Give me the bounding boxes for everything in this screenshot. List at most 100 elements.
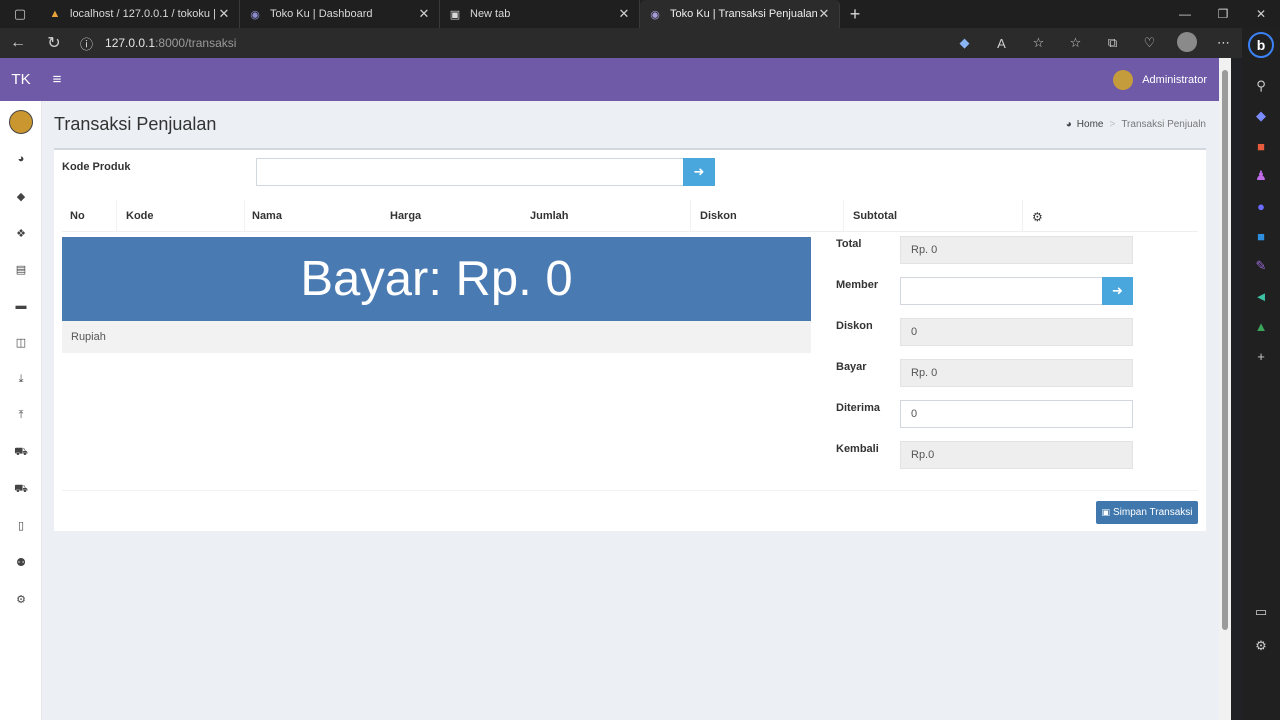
cart-new-icon[interactable]: ⛟ xyxy=(11,483,31,497)
close-window-icon[interactable]: ✕ xyxy=(1242,7,1280,21)
menu-toggle-icon[interactable]: ≡ xyxy=(42,71,72,88)
send-icon[interactable]: ◄ xyxy=(1253,288,1269,304)
diterima-label: Diterima xyxy=(836,402,881,414)
column-jumlah[interactable]: Jumlah xyxy=(530,210,569,222)
sidebar-toggle-icon[interactable]: ▭ xyxy=(1253,604,1269,620)
supplier-truck-icon[interactable]: ▬ xyxy=(11,300,31,312)
favorite-add-icon[interactable]: ☆ xyxy=(1020,35,1057,51)
search-icon[interactable]: ⚲ xyxy=(1253,78,1269,94)
sales-upload-icon[interactable]: ⤒ xyxy=(11,409,31,422)
tab-title: Toko Ku | Dashboard xyxy=(270,8,373,20)
info-icon[interactable]: ⓘ xyxy=(80,34,93,53)
app-sidebar: ◕ ◆ ❖ ▤ ▬ ◫ ⤓ ⤒ ⛟ ⛟ ▯ ⚉ ⚙ xyxy=(0,101,42,720)
column-kode[interactable]: Kode xyxy=(126,210,154,222)
tree-icon[interactable]: ▲ xyxy=(1253,318,1269,334)
page-scrollbar[interactable] xyxy=(1219,58,1231,720)
bayar-field: Rp. 0 xyxy=(900,359,1133,387)
copilot-icon[interactable]: b xyxy=(1248,32,1274,58)
tab-title: localhost / 127.0.0.1 / tokoku | p xyxy=(70,8,217,20)
settings-icon[interactable]: ⚙ xyxy=(1253,638,1269,654)
globe-icon: ◉ xyxy=(650,8,660,21)
transaction-box: Kode Produk ➜ No Kode Nama Harga Jumlah … xyxy=(54,148,1206,531)
shopping-icon[interactable]: ◆ xyxy=(1253,108,1269,124)
address-bar[interactable]: ⓘ 127.0.0.1:8000/transaksi xyxy=(80,31,280,55)
kode-produk-input[interactable] xyxy=(256,158,684,186)
app-logo[interactable]: TK xyxy=(0,71,42,88)
purchase-download-icon[interactable]: ⤓ xyxy=(11,373,31,386)
close-icon[interactable]: ✕ xyxy=(817,6,831,22)
category-icon[interactable]: ◆ xyxy=(11,190,31,203)
column-diskon[interactable]: Diskon xyxy=(700,210,737,222)
edge-sidebar: b ⚲ ◆ ■ ♟ ● ■ ✎ ◄ ▲ + ▭ ⚙ xyxy=(1242,28,1280,720)
designer-icon[interactable]: ✎ xyxy=(1253,258,1269,274)
browser-tab-phpmyadmin[interactable]: ▲ localhost / 127.0.0.1 / tokoku | p ✕ xyxy=(40,0,240,28)
user-menu[interactable]: Administrator xyxy=(1113,69,1207,90)
content-header: Transaksi Penjualan ◕ Home > Transaksi P… xyxy=(54,113,1206,143)
breadcrumb-home[interactable]: Home xyxy=(1077,119,1104,130)
user-name: Administrator xyxy=(1142,73,1207,86)
scrollbar-thumb[interactable] xyxy=(1222,70,1228,630)
arrow-right-icon: ➜ xyxy=(693,164,705,179)
diterima-input[interactable]: 0 xyxy=(900,400,1133,428)
total-field: Rp. 0 xyxy=(900,236,1133,264)
column-divider xyxy=(1022,200,1023,232)
more-icon[interactable]: ⋯ xyxy=(1205,35,1242,51)
read-aloud-icon[interactable]: A xyxy=(983,36,1020,51)
terbilang-text: Rupiah xyxy=(62,321,811,353)
member-input[interactable] xyxy=(900,277,1103,305)
browser-tab-newtab[interactable]: ▣ New tab ✕ xyxy=(440,0,640,28)
avatar xyxy=(9,110,33,134)
back-icon[interactable]: ← xyxy=(0,34,36,52)
column-harga[interactable]: Harga xyxy=(390,210,421,222)
close-icon[interactable]: ✕ xyxy=(417,6,431,22)
member-search-button[interactable]: ➜ xyxy=(1102,277,1133,305)
outlook-icon[interactable]: ■ xyxy=(1253,228,1269,244)
page-viewport: TK ≡ Administrator ◕ ◆ ❖ ▤ ▬ ◫ ⤓ ⤒ ⛟ ⛟ ▯… xyxy=(0,58,1231,720)
games-icon[interactable]: ● xyxy=(1253,198,1269,214)
globe-icon: ◉ xyxy=(250,8,260,21)
people-icon[interactable]: ♟ xyxy=(1253,168,1269,184)
browser-tab-dashboard[interactable]: ◉ Toko Ku | Dashboard ✕ xyxy=(240,0,440,28)
member-card-icon[interactable]: ▤ xyxy=(11,263,31,276)
tab-actions-icon[interactable]: ▢ xyxy=(0,0,40,28)
maximize-icon[interactable]: ❐ xyxy=(1204,7,1242,21)
product-search-button[interactable]: ➜ xyxy=(683,158,715,186)
tools-icon[interactable]: ■ xyxy=(1253,138,1269,154)
dashboard-icon[interactable]: ◕ xyxy=(11,153,31,165)
add-icon[interactable]: + xyxy=(1253,348,1269,364)
cart-icon[interactable]: ⛟ xyxy=(11,446,31,460)
gear-icon: ⚙ xyxy=(1032,210,1043,224)
report-pdf-icon[interactable]: ▯ xyxy=(11,519,31,532)
column-nama[interactable]: Nama xyxy=(252,210,282,222)
refresh-icon[interactable]: ↻ xyxy=(36,33,72,53)
profile-icon[interactable] xyxy=(1168,31,1205,55)
diskon-field: 0 xyxy=(900,318,1133,346)
column-subtotal[interactable]: Subtotal xyxy=(853,210,897,222)
expense-money-icon[interactable]: ◫ xyxy=(11,336,31,349)
arrow-right-icon: ➜ xyxy=(1112,283,1123,298)
close-icon[interactable]: ✕ xyxy=(617,6,631,22)
product-icon[interactable]: ❖ xyxy=(11,227,31,240)
save-transaction-button[interactable]: ▣ Simpan Transaksi xyxy=(1096,501,1198,524)
kembali-label: Kembali xyxy=(836,443,879,455)
tab-title: Toko Ku | Transaksi Penjualan xyxy=(670,8,817,20)
breadcrumb-current: Transaksi Penjualn xyxy=(1121,119,1206,130)
close-icon[interactable]: ✕ xyxy=(217,6,231,22)
column-no[interactable]: No xyxy=(70,210,85,222)
newtab-icon: ▣ xyxy=(449,8,461,21)
collections-icon[interactable]: ⧉ xyxy=(1094,35,1131,51)
browser-tab-transaksi[interactable]: ◉ Toko Ku | Transaksi Penjualan ✕ xyxy=(640,0,840,28)
product-table-header: No Kode Nama Harga Jumlah Diskon Subtota… xyxy=(62,200,1198,232)
settings-icon[interactable]: ⚙ xyxy=(11,593,31,606)
favorites-icon[interactable]: ☆ xyxy=(1057,35,1094,51)
new-tab-button[interactable]: + xyxy=(840,4,870,25)
minimize-icon[interactable]: — xyxy=(1166,7,1204,21)
users-icon[interactable]: ⚉ xyxy=(11,556,31,569)
column-divider xyxy=(690,200,691,232)
coupon-icon[interactable]: ◆ xyxy=(946,35,983,51)
total-label: Total xyxy=(836,238,862,250)
browser-essentials-icon[interactable]: ♡ xyxy=(1131,35,1168,51)
column-divider xyxy=(244,200,245,232)
save-transaction-label: Simpan Transaksi xyxy=(1113,507,1193,518)
breadcrumb-separator: > xyxy=(1109,119,1116,130)
